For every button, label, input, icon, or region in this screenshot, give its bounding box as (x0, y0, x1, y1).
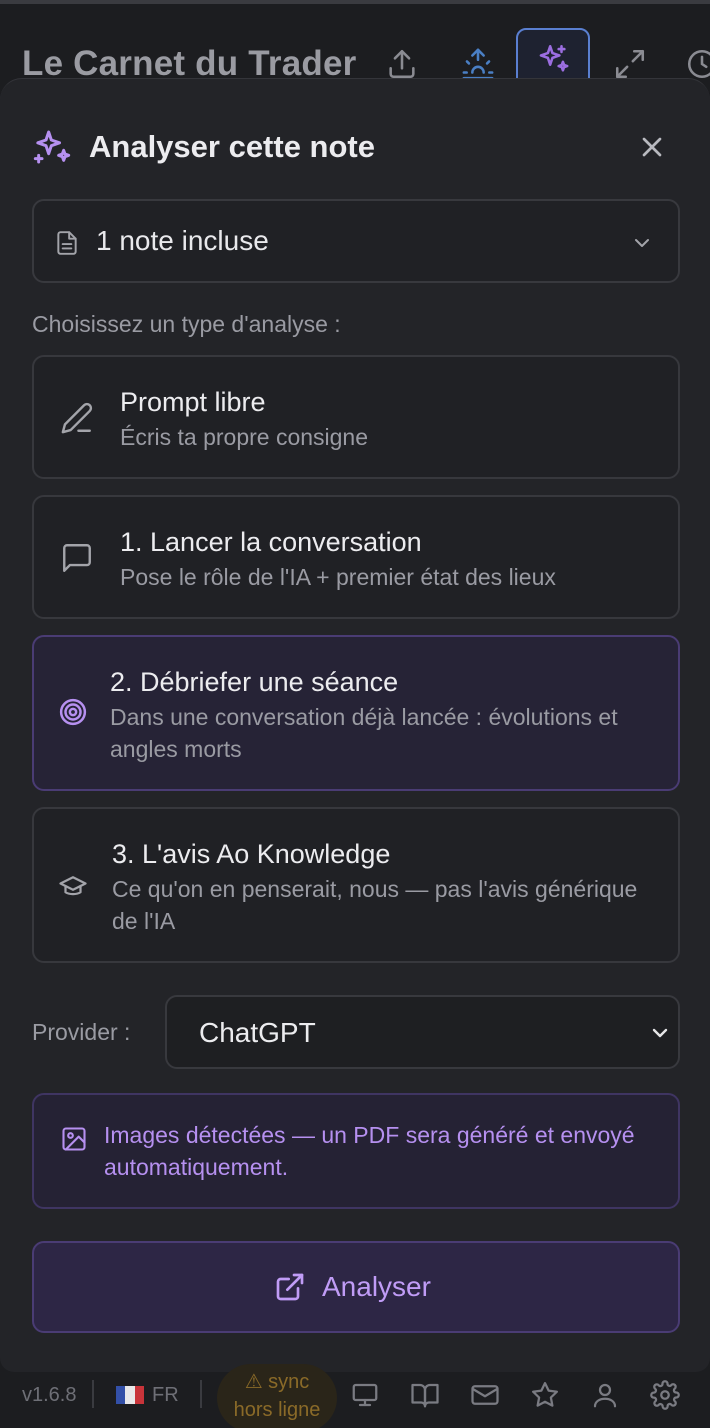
analysis-type-label: Choisissez un type d'analyse : (32, 311, 341, 337)
option-prompt-libre[interactable]: Prompt libre Écris ta propre consigne (32, 355, 680, 479)
images-detected-text: Images détectées — un PDF sera généré et… (104, 1122, 635, 1180)
target-icon (59, 698, 87, 726)
analyze-button-label: Analyser (322, 1271, 431, 1302)
analyze-dialog: Analyser cette note 1 note incluse Chois… (0, 78, 710, 1372)
dialog-title: Analyser cette note (89, 129, 375, 164)
sync-status-line1: ⚠ sync (244, 1371, 310, 1393)
option-title: Prompt libre (120, 387, 266, 417)
gear-icon[interactable] (650, 1380, 680, 1410)
option-subtitle: Dans une conversation déjà lancée : évol… (110, 704, 618, 762)
user-icon[interactable] (590, 1380, 620, 1410)
provider-select[interactable]: ChatGPT (165, 995, 680, 1069)
mail-icon[interactable] (470, 1380, 500, 1410)
option-subtitle: Écris ta propre consigne (120, 424, 369, 450)
option-debriefer-seance[interactable]: 2. Débriefer une séance Dans une convers… (32, 635, 680, 791)
sync-offline-badge[interactable]: ⚠ sync hors ligne (217, 1364, 337, 1428)
divider (92, 1380, 94, 1408)
monitor-icon[interactable] (350, 1380, 380, 1410)
notes-included-label: 1 note incluse (96, 225, 269, 256)
close-icon[interactable] (636, 131, 668, 163)
dialog-header: Analyser cette note (32, 127, 678, 171)
analyze-button[interactable]: Analyser (32, 1241, 680, 1333)
option-title: 2. Débriefer une séance (110, 667, 399, 697)
option-subtitle: Pose le rôle de l'IA + premier état des … (120, 564, 556, 590)
graduation-cap-icon (59, 876, 87, 896)
book-open-icon[interactable] (410, 1380, 440, 1410)
notes-included-dropdown[interactable]: 1 note incluse (32, 199, 680, 283)
language-label[interactable]: FR (152, 1384, 179, 1407)
divider (200, 1380, 202, 1408)
provider-label: Provider : (32, 1019, 131, 1045)
option-subtitle: Ce qu'on en penserait, nous — pas l'avis… (112, 876, 638, 934)
pencil-icon (61, 402, 93, 434)
chat-bubble-icon (63, 544, 91, 572)
chevron-down-icon (652, 1028, 668, 1038)
option-avis-ao-knowledge[interactable]: 3. L'avis Ao Knowledge Ce qu'on en pense… (32, 807, 680, 963)
option-lancer-conversation[interactable]: 1. Lancer la conversation Pose le rôle d… (32, 495, 680, 619)
france-flag-icon[interactable] (116, 1386, 144, 1404)
external-link-icon (276, 1273, 304, 1301)
document-icon (57, 231, 77, 255)
option-title: 3. L'avis Ao Knowledge (112, 839, 391, 869)
sync-status-line2: hors ligne (233, 1399, 321, 1421)
status-bar: v1.6.8 FR ⚠ sync hors ligne (0, 1364, 710, 1428)
star-icon[interactable] (530, 1380, 560, 1410)
version-label: v1.6.8 (22, 1384, 77, 1406)
chevron-down-icon (635, 239, 649, 247)
sparkles-icon (33, 130, 71, 164)
option-title: 1. Lancer la conversation (120, 527, 422, 557)
image-icon (62, 1127, 86, 1151)
images-detected-notice: Images détectées — un PDF sera généré et… (32, 1093, 680, 1209)
provider-value: ChatGPT (199, 1017, 316, 1048)
